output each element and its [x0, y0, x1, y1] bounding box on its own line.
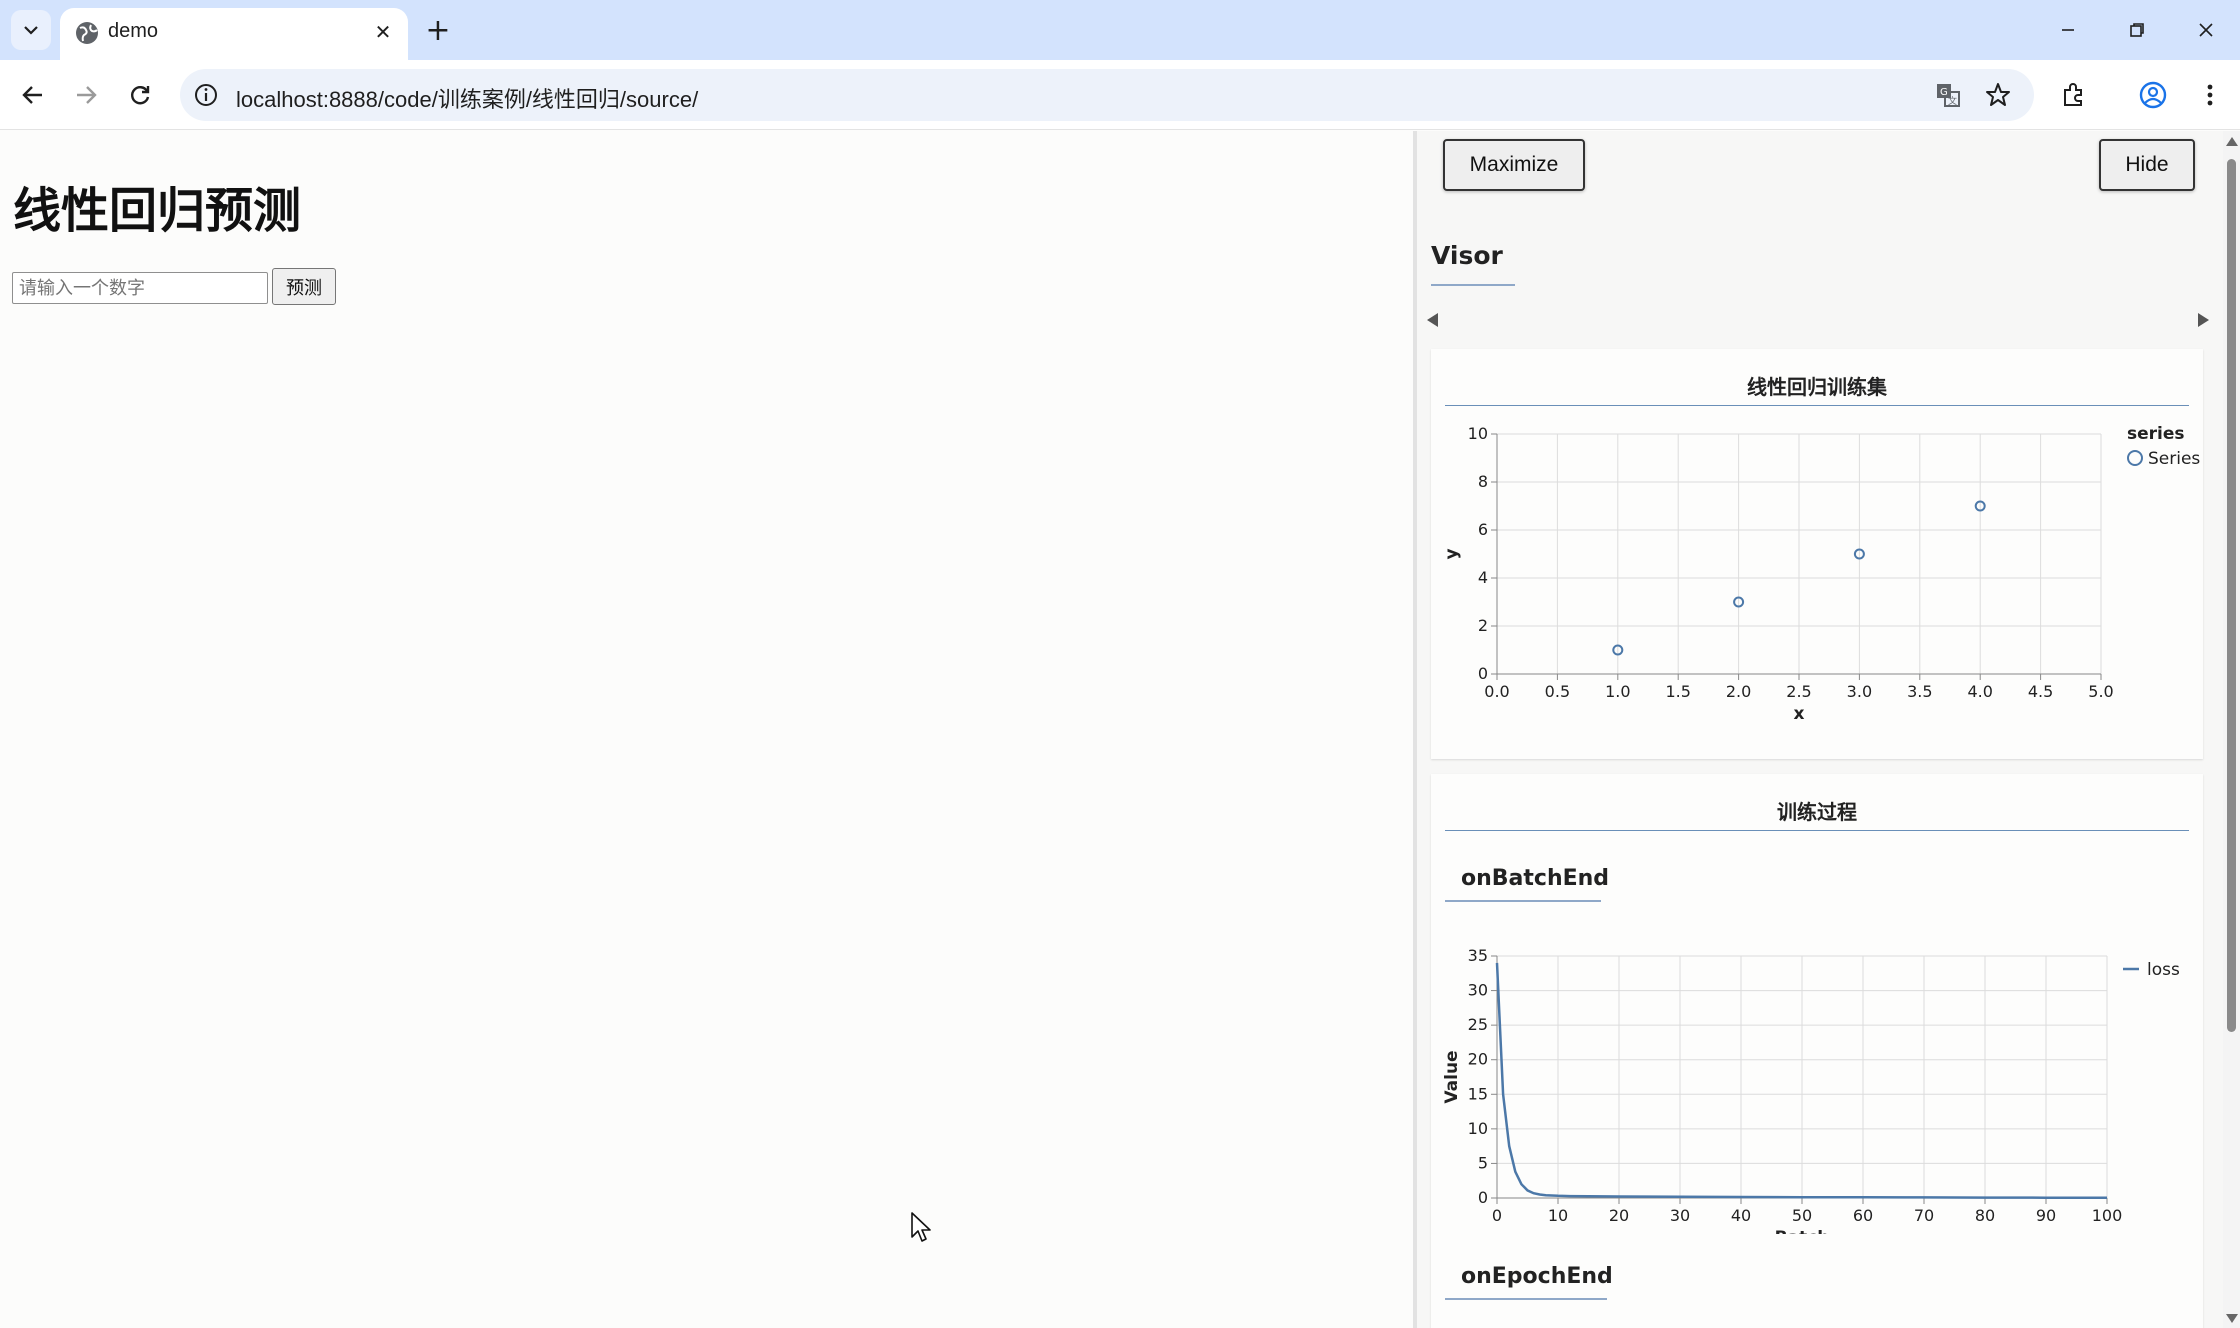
loss-line-chart: 0 10 20 30 40 50 60 70 80 90 100 0 5 10 15 20 25 30 35 Batc… — [1442, 946, 2180, 1234]
translate-icon[interactable]: G 文 — [1934, 81, 1962, 109]
x-tick-label: 70 — [1914, 1206, 1934, 1225]
x-tick-label: 3.5 — [1907, 682, 1932, 701]
page-content: 线性回归预测 预测 — [0, 131, 1413, 1328]
star-icon[interactable] — [1984, 81, 2012, 109]
legend-symbol — [2127, 450, 2143, 466]
x-axis-title: x — [1794, 704, 1805, 724]
y-tick-label: 0 — [1478, 1188, 1488, 1207]
legend-title: series — [2127, 424, 2185, 444]
back-arrow-icon[interactable] — [13, 75, 53, 115]
address-bar[interactable]: localhost:8888/code/训练案例/线性回归/source/ G … — [180, 69, 2034, 121]
y-tick-label: 4 — [1478, 568, 1488, 587]
scroll-down-arrow-icon[interactable] — [2226, 1314, 2238, 1323]
x-tick-label: 100 — [2092, 1206, 2123, 1225]
x-tick-label: 0.0 — [1484, 682, 1509, 701]
visor-title: Visor — [1431, 241, 1503, 270]
profile-icon[interactable] — [2133, 75, 2173, 115]
y-tick-label: 6 — [1478, 520, 1488, 539]
tab-title: demo — [108, 20, 159, 42]
mouse-cursor-icon — [911, 1212, 931, 1242]
y-tick-label: 5 — [1478, 1153, 1488, 1172]
card-title-underline — [1445, 830, 2189, 831]
legend-label: loss — [2147, 960, 2180, 980]
svg-text:文: 文 — [1948, 95, 1957, 107]
scatter-chart: 0.0 0.5 1.0 1.5 2.0 2.5 3.0 3.5 4.0 4.5 5.0 0 2 4 6 8 10… — [1442, 424, 2200, 724]
epoch-section-title: onEpochEnd — [1461, 1264, 1613, 1289]
page-title: 线性回归预测 — [13, 183, 302, 239]
x-tick-label: 90 — [2036, 1206, 2056, 1225]
y-tick-label: 2 — [1478, 616, 1488, 635]
training-set-card: 线性回归训练集 0.0 0.5 1.0 1.5 2.0 2.5 3.0 3.5 4.0 4.5 5.… — [1431, 349, 2203, 759]
x-tick-label: 0.5 — [1545, 682, 1570, 701]
card-title-underline — [1445, 405, 2189, 406]
batch-section-title: onBatchEnd — [1461, 866, 1610, 891]
y-tick-label: 8 — [1478, 472, 1488, 491]
forward-arrow-icon[interactable] — [66, 75, 106, 115]
x-tick-label: 2.0 — [1726, 682, 1751, 701]
scroll-up-arrow-icon[interactable] — [2226, 137, 2238, 146]
scroll-thumb[interactable] — [2227, 159, 2236, 1032]
x-tick-label: 20 — [1609, 1206, 1629, 1225]
y-tick-label: 10 — [1468, 1119, 1488, 1138]
x-tick-label: 0 — [1492, 1206, 1502, 1225]
scroll-left-arrow-icon[interactable] — [1427, 313, 1438, 327]
visor-panel: Maximize Hide Visor 线性回归训练集 0.0 0.5 1.0 1.5… — [1413, 131, 2223, 1328]
browser-toolbar: localhost:8888/code/训练案例/线性回归/source/ G … — [0, 60, 2240, 130]
tab-search-icon[interactable] — [11, 10, 51, 50]
y-axis-title: y — [1442, 548, 1462, 559]
x-tick-label: 1.0 — [1605, 682, 1630, 701]
training-process-card: 训练过程 onBatchEnd 0 10 20 30 40 50 60 70 80 90 100 0 5… — [1431, 774, 2203, 1328]
hide-button[interactable]: Hide — [2099, 139, 2195, 191]
predict-button[interactable]: 预测 — [272, 268, 336, 305]
browser-tab[interactable]: demo ✕ — [60, 8, 408, 60]
x-tick-label: 10 — [1548, 1206, 1568, 1225]
y-tick-label: 0 — [1478, 664, 1488, 683]
globe-icon — [76, 22, 98, 44]
restore-icon[interactable] — [2115, 10, 2159, 50]
visor-scrollbar[interactable] — [2223, 131, 2240, 1328]
y-tick-label: 20 — [1468, 1050, 1488, 1069]
y-tick-label: 10 — [1468, 424, 1488, 443]
y-tick-label: 15 — [1468, 1084, 1488, 1103]
x-tick-label: 5.0 — [2088, 682, 2113, 701]
y-axis-title: Value — [1442, 1050, 1462, 1103]
svg-text:G: G — [1940, 87, 1948, 98]
x-tick-label: 30 — [1670, 1206, 1690, 1225]
x-tick-label: 4.5 — [2028, 682, 2053, 701]
more-menu-icon[interactable] — [2190, 75, 2230, 115]
y-tick-label: 25 — [1468, 1015, 1488, 1034]
x-tick-label: 60 — [1853, 1206, 1873, 1225]
y-tick-label: 30 — [1468, 981, 1488, 1000]
epoch-section-underline — [1445, 1298, 1607, 1300]
url-text[interactable]: localhost:8888/code/训练案例/线性回归/source/ — [236, 82, 698, 114]
x-tick-label: 80 — [1975, 1206, 1995, 1225]
x-tick-label: 2.5 — [1786, 682, 1811, 701]
close-icon[interactable]: ✕ — [368, 17, 398, 47]
x-tick-label: 4.0 — [1967, 682, 1992, 701]
card-title: 训练过程 — [1777, 800, 1857, 824]
x-tick-label: 50 — [1792, 1206, 1812, 1225]
x-tick-label: 3.0 — [1847, 682, 1872, 701]
extensions-icon[interactable] — [2054, 75, 2094, 115]
x-tick-label: 1.5 — [1665, 682, 1690, 701]
close-window-icon[interactable] — [2184, 10, 2228, 50]
legend-label: Series — [2148, 449, 2200, 469]
card-title: 线性回归训练集 — [1747, 375, 1887, 399]
scroll-right-arrow-icon[interactable] — [2198, 313, 2209, 327]
plus-icon[interactable]: + — [420, 12, 456, 48]
number-input[interactable] — [12, 272, 268, 304]
x-axis-title: Batch — [1775, 1228, 1830, 1234]
x-tick-label: 40 — [1731, 1206, 1751, 1225]
batch-section-underline — [1445, 900, 1601, 902]
visor-title-underline — [1431, 284, 1515, 286]
site-info-icon[interactable] — [192, 81, 220, 109]
reload-icon[interactable] — [120, 75, 160, 115]
minimize-icon[interactable] — [2046, 10, 2090, 50]
tab-strip: demo ✕ + — [0, 0, 2240, 60]
maximize-button[interactable]: Maximize — [1443, 139, 1585, 191]
y-tick-label: 35 — [1468, 946, 1488, 965]
